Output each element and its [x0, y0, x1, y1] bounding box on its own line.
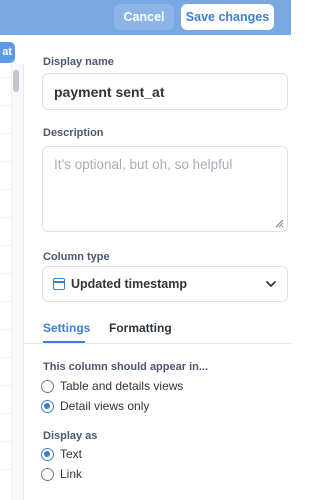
list-divider	[0, 105, 11, 106]
tab-settings[interactable]: Settings	[43, 321, 90, 335]
list-divider	[0, 245, 11, 246]
list-divider	[0, 385, 11, 386]
list-divider	[0, 329, 11, 330]
list-divider	[0, 301, 11, 302]
radio-button-selected[interactable]	[41, 447, 54, 461]
radio-label: Detail views only	[60, 399, 150, 413]
list-divider	[0, 189, 11, 190]
column-type-label: Column type	[43, 251, 110, 263]
list-divider	[0, 217, 11, 218]
column-type-value: Updated timestamp	[71, 277, 187, 291]
scrollbar-track[interactable]	[11, 64, 23, 500]
cancel-button[interactable]: Cancel	[114, 4, 174, 30]
list-divider	[0, 77, 11, 78]
display-name-label: Display name	[43, 56, 114, 68]
resize-handle-icon[interactable]	[275, 219, 284, 228]
radio-link[interactable]: Link	[41, 467, 82, 481]
selected-column-chip[interactable]: at	[0, 42, 15, 63]
radio-button-selected[interactable]	[41, 399, 54, 413]
list-divider	[0, 441, 11, 442]
radio-button[interactable]	[41, 467, 54, 481]
save-changes-button[interactable]: Save changes	[181, 4, 274, 30]
calendar-icon	[53, 278, 65, 290]
list-divider	[0, 133, 11, 134]
radio-detail-views-only[interactable]: Detail views only	[41, 399, 149, 413]
radio-text[interactable]: Text	[41, 447, 82, 461]
radio-button[interactable]	[41, 379, 54, 393]
description-placeholder: It’s optional, but oh, so helpful	[54, 157, 233, 172]
list-divider	[0, 413, 11, 414]
top-bar: Cancel Save changes	[0, 0, 291, 35]
chip-label: at	[2, 46, 12, 58]
tab-formatting[interactable]: Formatting	[109, 321, 172, 335]
list-divider	[0, 273, 11, 274]
radio-label: Text	[60, 447, 83, 461]
display-as-label: Display as	[43, 430, 98, 442]
description-label: Description	[43, 127, 104, 139]
visibility-label: This column should appear in...	[43, 361, 209, 373]
list-divider	[0, 469, 11, 470]
radio-table-and-details[interactable]: Table and details views	[41, 379, 183, 393]
chevron-down-icon	[266, 281, 276, 287]
radio-label: Link	[60, 467, 83, 481]
display-name-input[interactable]: payment sent_at	[42, 73, 288, 110]
list-divider	[0, 161, 11, 162]
column-type-select[interactable]: Updated timestamp	[42, 266, 288, 302]
list-divider	[0, 357, 11, 358]
radio-label: Table and details views	[60, 379, 184, 393]
scrollbar-thumb[interactable]	[13, 70, 19, 92]
tabs-divider	[24, 343, 291, 344]
description-textarea[interactable]: It’s optional, but oh, so helpful	[42, 146, 288, 232]
